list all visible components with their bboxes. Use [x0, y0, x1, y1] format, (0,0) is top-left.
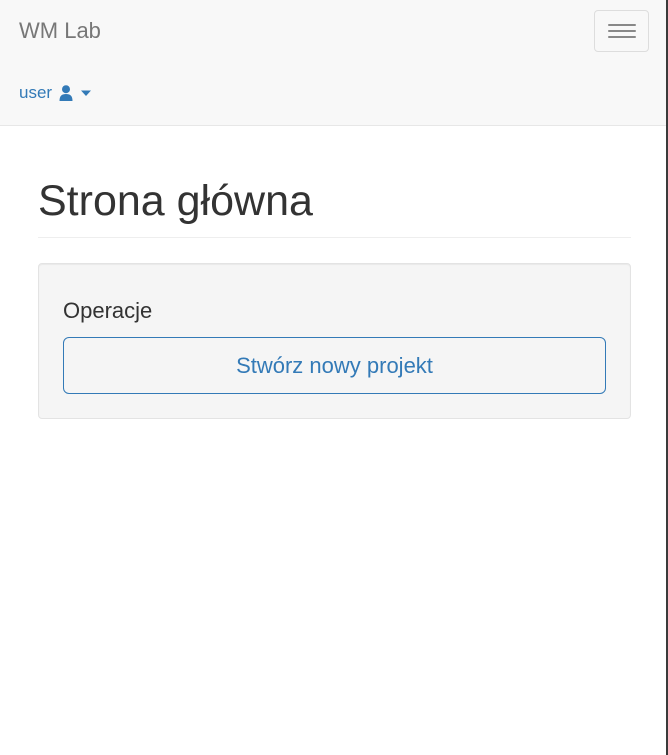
user-dropdown-toggle[interactable]: user: [19, 82, 92, 104]
user-label: user: [19, 83, 53, 102]
title-divider: [38, 237, 631, 238]
brand-link[interactable]: WM Lab: [19, 17, 101, 45]
page-title: Strona główna: [38, 177, 313, 225]
operations-panel: Operacje Stwórz nowy projekt: [38, 263, 631, 419]
hamburger-menu-icon: [607, 24, 636, 26]
navbar-toggle-button[interactable]: [594, 10, 649, 52]
caret-down-icon: [80, 89, 92, 97]
hamburger-menu-icon: [607, 36, 636, 38]
navbar: WM Lab user: [0, 0, 666, 126]
page: WM Lab user Strona główna Operacje Stwór…: [0, 0, 668, 755]
hamburger-menu-icon: [607, 30, 636, 32]
operations-label: Operacje: [63, 298, 153, 323]
user-icon: [59, 85, 73, 101]
create-project-button[interactable]: Stwórz nowy projekt: [63, 337, 606, 394]
